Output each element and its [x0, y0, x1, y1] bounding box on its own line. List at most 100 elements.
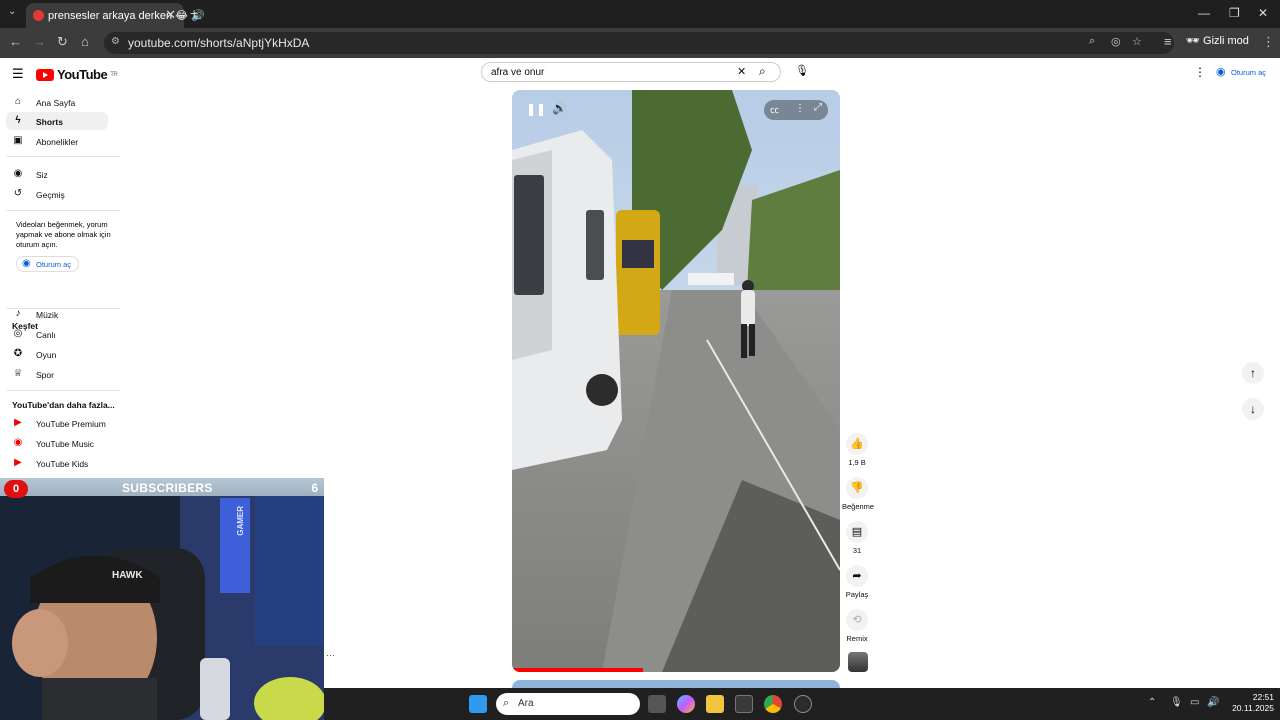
sidebar-item-label: Shorts — [36, 117, 63, 127]
show-hidden-icons-icon[interactable]: ⌃ — [1148, 697, 1156, 708]
shorts-video-player[interactable]: ❚❚ 🔊 ㏄ ⋮ ⤢ — [512, 90, 840, 672]
sidebar-item-home[interactable]: ⌂ Ana Sayfa — [6, 93, 108, 111]
signin-prompt-text: Videoları beğenmek, yorum yapmak ve abon… — [16, 220, 111, 249]
reload-icon[interactable]: ↻ — [57, 34, 68, 50]
restore-icon[interactable]: ❐ — [1229, 6, 1240, 20]
copilot-icon[interactable] — [677, 695, 695, 713]
voice-search-icon[interactable]: 🎙 — [795, 64, 809, 77]
zoom-icon[interactable]: ⌕ — [1089, 35, 1095, 48]
settings-menu-icon[interactable]: ⋮ — [1194, 65, 1206, 79]
comments-button[interactable]: ▤ 31 — [842, 521, 872, 555]
channel-avatar[interactable] — [848, 652, 868, 672]
sidebar-item-gaming[interactable]: ✪ Oyun — [6, 345, 108, 363]
sidebar-signin-button[interactable]: ◉ Oturum aç — [16, 256, 79, 272]
sidebar-item-youtube-music[interactable]: ◉ YouTube Music — [6, 434, 108, 452]
sidebar-item-you[interactable]: ◉ Siz — [6, 165, 108, 183]
home-icon[interactable]: ⌂ — [81, 34, 89, 49]
close-tab-icon[interactable]: ✕ — [165, 7, 176, 23]
volume-icon[interactable]: 🔊 — [552, 101, 567, 115]
forward-icon[interactable]: → — [33, 34, 46, 49]
task-view-icon[interactable] — [648, 695, 666, 713]
sidebar-item-youtube-kids[interactable]: ▶ YouTube Kids — [6, 454, 108, 472]
microsoft-store-icon[interactable] — [735, 695, 753, 713]
bookmark-star-icon[interactable]: ☆ — [1132, 35, 1142, 48]
incognito-indicator[interactable]: 🕶 Gizli mod — [1186, 34, 1249, 47]
sidebar-item-label: Geçmiş — [36, 190, 65, 200]
sidebar-item-label: Canlı — [36, 330, 56, 340]
subscriber-goal-bar: SUBSCRIBERS 6 — [0, 478, 324, 496]
share-icon: ➦ — [846, 565, 868, 587]
youtube-play-icon — [36, 68, 54, 81]
sidebar-item-label: Oyun — [36, 350, 57, 360]
tracking-blocked-icon[interactable]: ◎ — [1111, 35, 1121, 48]
sidebar-item-premium[interactable]: ▶ YouTube Premium — [6, 414, 108, 432]
browser-tab-bar: ⌄ prensesler arkaya derken 😂 🔊 ✕ + — ❐ ✕ — [0, 0, 1280, 28]
youtube-kids-icon: ▶ — [14, 457, 22, 468]
dislike-label: Beğenme — [842, 502, 875, 511]
more-options-icon[interactable]: ⋮ — [795, 103, 805, 114]
gamepad-icon: ✪ — [13, 348, 23, 359]
sidebar-item-live[interactable]: ◎ Canlı — [6, 325, 108, 343]
divider — [6, 210, 120, 211]
shorts-icon: ϟ — [15, 115, 21, 126]
pause-icon[interactable]: ❚❚ — [526, 102, 546, 116]
sidebar-item-sports[interactable]: ♕ Spor — [6, 365, 108, 383]
microphone-icon[interactable]: 🎙 — [1170, 697, 1183, 708]
like-button[interactable]: 👍 1,9 B — [842, 433, 872, 467]
sidebar-item-label: YouTube Music — [36, 439, 94, 449]
remix-button[interactable]: ⟲ Remix — [842, 609, 872, 643]
signin-label: Oturum aç — [1231, 68, 1267, 77]
back-icon[interactable]: ← — [9, 34, 22, 49]
subscriber-count-badge: 0 — [4, 480, 28, 498]
windows-start-icon[interactable] — [469, 695, 487, 713]
sidebar-item-history[interactable]: ↺ Geçmiş — [6, 185, 108, 203]
hamburger-menu-icon[interactable]: ☰ — [12, 66, 24, 82]
sidebar-item-music[interactable]: ♪ Müzik — [6, 305, 108, 323]
taskbar-search-input[interactable]: ⌕ Ara — [496, 693, 640, 715]
youtube-logo[interactable]: YouTube TR — [36, 67, 118, 82]
captions-icon[interactable]: ㏄ — [770, 103, 779, 116]
clear-search-icon[interactable]: ✕ — [737, 65, 746, 78]
file-explorer-icon[interactable] — [706, 695, 724, 713]
network-icon[interactable]: ▭ — [1190, 697, 1199, 708]
playback-progress-bar[interactable] — [512, 668, 643, 672]
signin-label: Oturum aç — [36, 260, 72, 269]
sidebar-item-shorts[interactable]: ϟ Shorts — [6, 112, 108, 130]
url-text: youtube.com/shorts/aNptjYkHxDA — [128, 36, 310, 50]
sidebar-item-label: Ana Sayfa — [36, 98, 76, 108]
previous-short-button[interactable]: ↑ — [1242, 362, 1264, 384]
browser-tab[interactable]: prensesler arkaya derken 😂 🔊 ✕ — [26, 3, 205, 28]
url-field[interactable]: ⚙ youtube.com/shorts/aNptjYkHxDA ⌕ ◎ ☆ — [104, 32, 1174, 54]
youtube-premium-icon: ▶ — [14, 417, 22, 428]
share-button[interactable]: ➦ Paylaş — [842, 565, 872, 599]
next-short-button[interactable]: ↓ — [1242, 398, 1264, 420]
region-code: TR — [110, 71, 118, 78]
subscriber-goal-label: SUBSCRIBERS — [122, 481, 213, 495]
speaker-icon[interactable]: 🔊 — [1207, 697, 1219, 708]
dislike-button[interactable]: 👎 Beğenme — [842, 477, 875, 511]
next-short-preview[interactable] — [512, 680, 840, 688]
sidebar-item-label: YouTube Kids — [36, 459, 89, 469]
browser-menu-icon[interactable]: ⋮ — [1262, 34, 1275, 50]
fullscreen-icon[interactable]: ⤢ — [814, 102, 822, 113]
chrome-icon[interactable] — [764, 695, 782, 713]
minimize-icon[interactable]: — — [1198, 6, 1210, 20]
search-icon[interactable]: ⌕ — [759, 64, 766, 79]
share-label: Paylaş — [845, 590, 869, 599]
close-window-icon[interactable]: ✕ — [1258, 6, 1268, 20]
signin-button[interactable]: ◉ Oturum aç — [1212, 65, 1270, 81]
music-note-icon: ♪ — [15, 308, 21, 319]
arrow-up-icon: ↑ — [1250, 366, 1256, 380]
site-info-icon[interactable]: ⚙ — [111, 36, 120, 47]
sidebar-item-label: Abonelikler — [36, 137, 79, 147]
search-input[interactable]: afra ve onur ✕ — [481, 62, 781, 82]
sidebar-item-label: Spor — [36, 370, 54, 380]
sidebar-item-subscriptions[interactable]: ▣ Abonelikler — [6, 132, 108, 150]
cap-logo-text: HAWK — [112, 570, 143, 581]
app-icon[interactable] — [794, 695, 812, 713]
tab-search-icon[interactable]: ⌄ — [8, 6, 16, 17]
new-tab-icon[interactable]: + — [190, 5, 198, 21]
reading-list-icon[interactable]: ≡ — [1164, 34, 1172, 49]
taskbar-clock[interactable]: 22:51 20.11.2025 — [1224, 692, 1274, 714]
thumbs-up-icon: 👍 — [846, 433, 868, 455]
